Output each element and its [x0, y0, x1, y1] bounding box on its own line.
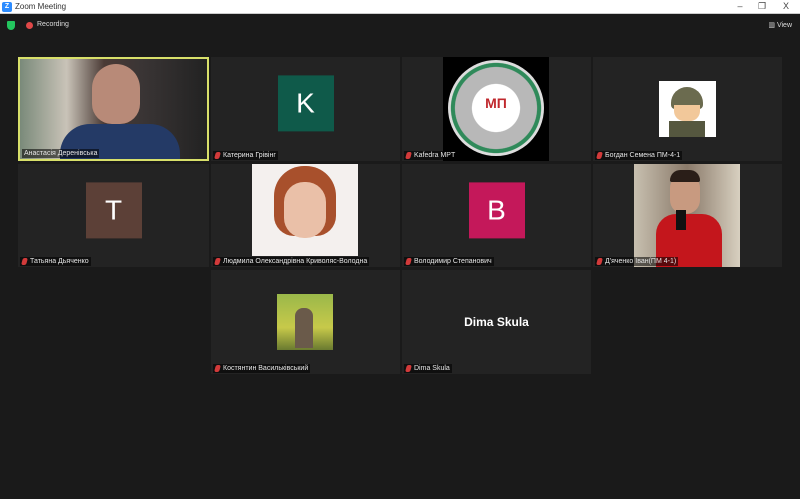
title-bar: Z Zoom Meeting – ❐ X — [0, 0, 800, 14]
view-button[interactable]: ▥ View — [768, 21, 792, 29]
logo-letters: МП — [485, 95, 507, 111]
muted-mic-icon — [405, 365, 412, 372]
profile-picture — [277, 294, 333, 350]
participant-tile[interactable]: Dima Skula Dima Skula — [402, 270, 591, 374]
profile-picture — [252, 164, 358, 256]
initial-avatar: T — [85, 181, 142, 238]
muted-mic-icon — [214, 258, 221, 265]
close-button[interactable]: X — [776, 0, 796, 14]
participant-name: Костянтин Васильківський — [213, 364, 311, 373]
view-label: View — [776, 22, 792, 29]
muted-mic-icon — [405, 152, 412, 159]
security-shield-icon[interactable] — [7, 21, 15, 30]
participant-name: Володимир Степанович — [404, 257, 494, 266]
muted-mic-icon — [21, 258, 28, 265]
initial-avatar: K — [277, 75, 334, 132]
participant-tile[interactable]: Богдан Семена ПМ-4-1 — [593, 57, 782, 161]
participant-name: Д'яченко Іван(ПМ 4-1) — [595, 257, 679, 266]
participant-tile[interactable]: K Катерина Грівінг — [211, 57, 400, 161]
participant-video-face — [92, 64, 140, 124]
participant-name: Людмила Олександрівна Криволяс-Володна — [213, 257, 370, 266]
meeting-top-bar: Recording ▥ View — [0, 15, 800, 37]
participant-name: Kafedra MPT — [404, 151, 458, 160]
muted-mic-icon — [214, 365, 221, 372]
muted-mic-icon — [596, 258, 603, 265]
participant-tile[interactable]: B Володимир Степанович — [402, 164, 591, 267]
participant-tile[interactable]: T Татьяна Дьяченко — [18, 164, 209, 267]
participant-display-name: Dima Skula — [464, 315, 529, 329]
participant-name: Богдан Семена ПМ-4-1 — [595, 151, 683, 160]
participant-name: Татьяна Дьяченко — [20, 257, 91, 266]
participant-tile[interactable]: МП Kafedra MPT — [402, 57, 591, 161]
profile-picture: МП — [443, 57, 549, 161]
participant-tile[interactable]: Анастасія Деренівська — [18, 57, 209, 161]
initial-avatar: B — [468, 181, 525, 238]
participant-name: Dima Skula — [404, 364, 452, 373]
participant-tile[interactable]: Д'яченко Іван(ПМ 4-1) — [593, 164, 782, 267]
muted-mic-icon — [214, 152, 221, 159]
muted-mic-icon — [405, 258, 412, 265]
minimize-button[interactable]: – — [730, 0, 750, 14]
recording-label[interactable]: Recording — [37, 21, 69, 28]
grid-icon: ▥ — [768, 22, 777, 29]
participant-tile[interactable]: Людмила Олександрівна Криволяс-Володна — [211, 164, 400, 267]
muted-mic-icon — [596, 152, 603, 159]
maximize-button[interactable]: ❐ — [752, 0, 772, 14]
participant-name: Катерина Грівінг — [213, 151, 278, 160]
profile-picture — [634, 164, 740, 267]
participant-tile[interactable]: Костянтин Васильківський — [211, 270, 400, 374]
window-title: Zoom Meeting — [15, 2, 67, 11]
zoom-logo-icon: Z — [2, 1, 12, 12]
recording-icon — [26, 22, 33, 29]
profile-picture — [659, 81, 716, 137]
participant-name: Анастасія Деренівська — [22, 149, 100, 158]
